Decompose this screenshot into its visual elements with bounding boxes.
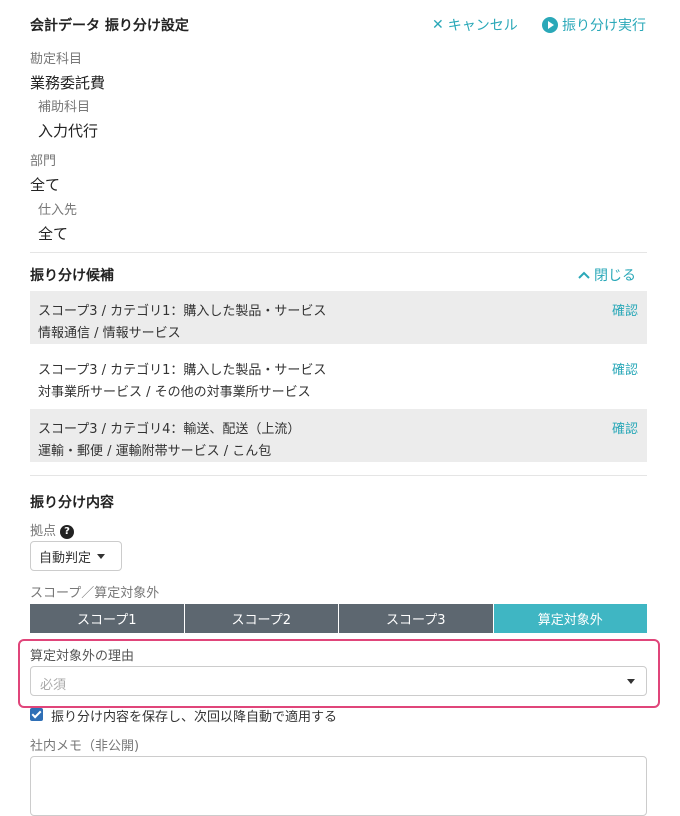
reason-select[interactable]: 必須: [30, 666, 647, 696]
candidate-item: スコープ3 / カテゴリ1：購入した製品・サービス 情報通信 / 情報サービス …: [30, 291, 647, 344]
scope-segmented-control: スコープ1 スコープ2 スコープ3 算定対象外: [30, 604, 647, 633]
chevron-up-icon: [578, 271, 590, 279]
base-label: 拠点: [30, 524, 57, 539]
divider: [30, 475, 647, 476]
close-icon: ✕: [432, 17, 444, 33]
close-candidates-button[interactable]: 閉じる: [578, 265, 636, 285]
account-value: 業務委託費: [30, 74, 106, 92]
help-icon[interactable]: ?: [60, 524, 75, 539]
reason-placeholder: 必須: [40, 678, 67, 693]
candidate-industry: 情報通信 / 情報サービス: [38, 326, 181, 341]
candidate-category: スコープ3 / カテゴリ1：購入した製品・サービス: [38, 363, 327, 378]
scope-3-button[interactable]: スコープ3: [339, 604, 494, 633]
account-label: 勘定科目: [30, 52, 83, 67]
execute-label: 振り分け実行: [562, 18, 646, 34]
page-title: 会計データ 振り分け設定: [30, 18, 189, 34]
scope-2-button[interactable]: スコープ2: [184, 604, 339, 633]
candidates-title: 振り分け候補: [30, 268, 114, 284]
candidate-category: スコープ3 / カテゴリ4：輸送、配送（上流）: [38, 422, 301, 437]
scope-1-button[interactable]: スコープ1: [30, 604, 185, 633]
caret-down-icon: [627, 679, 635, 684]
memo-textarea[interactable]: [30, 756, 647, 816]
play-icon: [542, 17, 558, 33]
supplier-value: 全て: [38, 225, 69, 243]
execute-button[interactable]: 振り分け実行: [542, 15, 646, 35]
save-rule-checkbox[interactable]: [30, 708, 43, 721]
cancel-label: キャンセル: [447, 18, 518, 34]
memo-label: 社内メモ（非公開): [30, 739, 140, 754]
candidate-category: スコープ3 / カテゴリ1：購入した製品・サービス: [38, 304, 327, 319]
cancel-button[interactable]: ✕ キャンセル: [432, 15, 518, 35]
candidate-confirm-link[interactable]: 確認: [612, 359, 638, 378]
sub-account-value: 入力代行: [38, 122, 99, 140]
reason-label: 算定対象外の理由: [30, 649, 135, 664]
department-value: 全て: [30, 176, 61, 194]
out-of-scope-button[interactable]: 算定対象外: [493, 604, 647, 633]
caret-down-icon: [97, 553, 106, 559]
close-label: 閉じる: [594, 268, 636, 284]
base-select-value: 自動判定: [39, 550, 92, 566]
base-select[interactable]: 自動判定: [30, 541, 122, 571]
candidate-confirm-link[interactable]: 確認: [612, 418, 638, 437]
candidate-industry: 対事業所サービス / その他の対事業所サービス: [38, 385, 311, 400]
divider: [30, 252, 647, 253]
candidate-confirm-link[interactable]: 確認: [612, 300, 638, 319]
sub-account-label: 補助科目: [38, 100, 91, 115]
supplier-label: 仕入先: [38, 203, 78, 218]
base-label-row: 拠点?: [30, 520, 75, 539]
candidate-item: スコープ3 / カテゴリ4：輸送、配送（上流） 運輸・郵便 / 運輸附帯サービス…: [30, 409, 647, 462]
save-rule-label: 振り分け内容を保存し、次回以降自動で適用する: [51, 710, 338, 725]
content-title: 振り分け内容: [30, 495, 114, 511]
candidate-item: スコープ3 / カテゴリ1：購入した製品・サービス 対事業所サービス / その他…: [30, 350, 647, 403]
department-label: 部門: [30, 154, 57, 169]
candidate-industry: 運輸・郵便 / 運輸附帯サービス / こん包: [38, 444, 272, 459]
scope-label: スコープ／算定対象外: [30, 586, 160, 601]
